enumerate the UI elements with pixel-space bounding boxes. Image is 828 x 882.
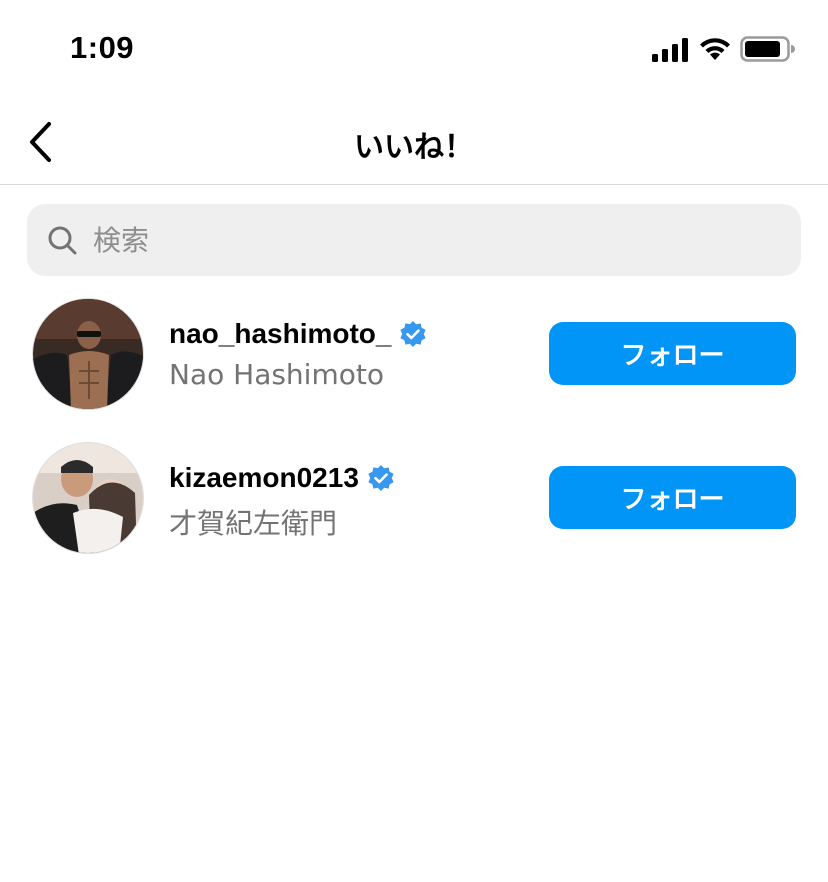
username[interactable]: nao_hashimoto_ [169, 318, 391, 350]
status-bar: 1:09 [0, 0, 828, 100]
username-line: kizaemon0213 [169, 462, 395, 494]
avatar-photo [33, 443, 143, 553]
likes-screen: 1:09 いいね！ 検索 nao_hashimoto_ Nao Hashimot… [0, 0, 828, 882]
verified-badge-icon [368, 465, 394, 491]
username-line: nao_hashimoto_ [169, 318, 427, 350]
full-name: 才賀紀左衛門 [169, 507, 338, 540]
avatar[interactable] [32, 298, 144, 410]
username[interactable]: kizaemon0213 [169, 462, 359, 494]
verified-badge-icon [400, 321, 427, 347]
list-item[interactable]: kizaemon0213 才賀紀左衛門 フォロー [0, 442, 828, 572]
list-item[interactable]: nao_hashimoto_ Nao Hashimoto フォロー [0, 298, 828, 428]
full-name: Nao Hashimoto [169, 358, 384, 391]
search-bar[interactable] [27, 204, 801, 276]
wifi-icon [700, 38, 730, 60]
page-title: いいね！ [354, 131, 474, 164]
follow-button[interactable]: フォロー [549, 322, 796, 385]
nav-header: いいね！ [0, 100, 828, 185]
avatar-photo [33, 299, 143, 409]
search-icon [48, 226, 77, 255]
search-input[interactable] [91, 222, 775, 258]
status-time: 1:09 [70, 30, 135, 65]
signal-icon [652, 38, 688, 62]
avatar[interactable] [32, 442, 144, 554]
follow-button[interactable]: フォロー [549, 466, 796, 529]
battery-icon [740, 36, 795, 62]
